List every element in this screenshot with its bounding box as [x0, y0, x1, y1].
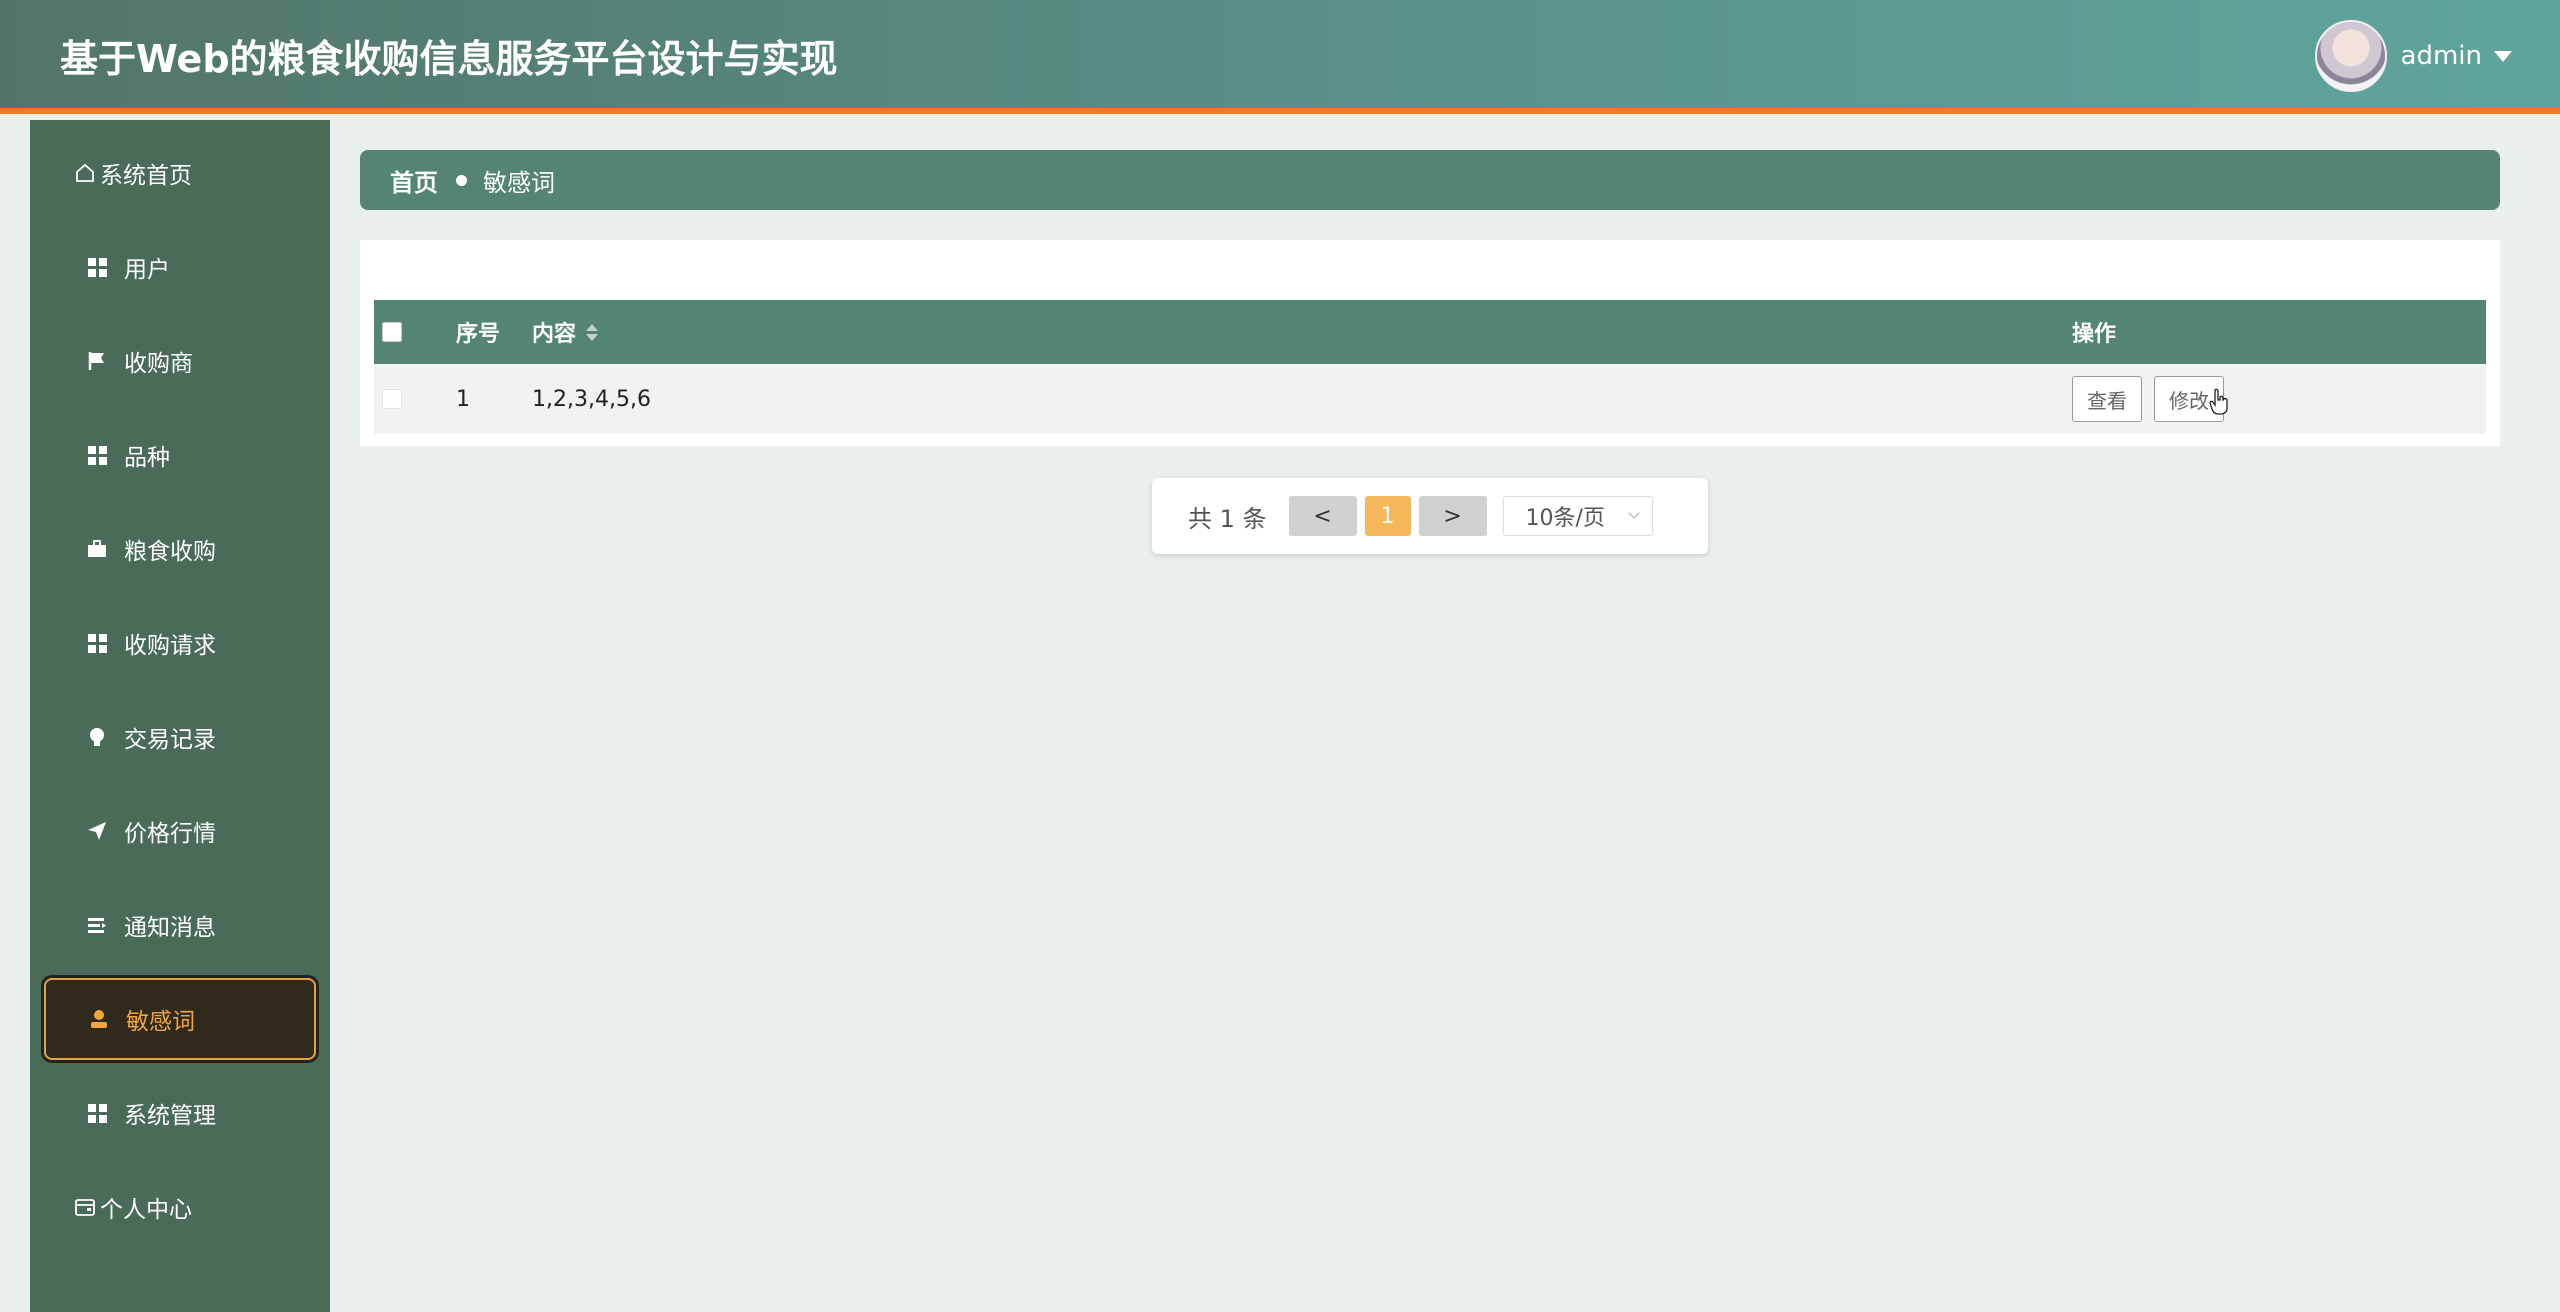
sidebar-item-buyers[interactable]: 收购商	[30, 314, 330, 408]
grid-icon	[86, 444, 108, 466]
sort-icon[interactable]	[586, 323, 599, 341]
prev-page-button[interactable]: <	[1288, 496, 1357, 536]
sidebar-item-label: 系统管理	[124, 1103, 216, 1129]
breadcrumb-current: 敏感词	[483, 168, 555, 197]
sidebar-item-system-admin[interactable]: 系统管理	[30, 1066, 330, 1160]
view-button[interactable]: 查看	[2072, 376, 2142, 422]
sidebar-item-label: 交易记录	[124, 727, 216, 753]
sidebar-item-label: 敏感词	[126, 1009, 195, 1035]
table-panel: 序号 内容 操作 1 1,2,3,4,5,6 查看 修改	[360, 240, 2500, 446]
hand-cursor-icon	[2209, 388, 2228, 415]
send-icon	[86, 820, 108, 842]
sidebar-item-label: 收购商	[124, 351, 193, 377]
breadcrumb-home[interactable]: 首页	[390, 163, 438, 198]
sidebar-item-home[interactable]: 系统首页	[30, 126, 330, 220]
cell-index: 1	[456, 386, 470, 412]
wallet-icon	[74, 1196, 96, 1218]
page-size-select[interactable]: 10条/页	[1502, 496, 1653, 536]
briefcase-icon	[86, 538, 108, 560]
bulb-icon	[86, 726, 108, 748]
caret-down-icon[interactable]	[2494, 50, 2512, 62]
sidebar-item-notifications[interactable]: 通知消息	[30, 878, 330, 972]
grid-icon	[86, 256, 108, 278]
user-icon	[88, 1008, 110, 1030]
select-all-checkbox[interactable]	[382, 322, 402, 342]
data-table: 序号 内容 操作 1 1,2,3,4,5,6 查看 修改	[374, 300, 2486, 434]
header-actions: 操作	[2072, 322, 2117, 347]
user-name[interactable]: admin	[2401, 41, 2482, 71]
row-checkbox[interactable]	[382, 389, 402, 409]
table-header-row: 序号 内容 操作	[374, 300, 2486, 364]
next-page-button[interactable]: >	[1418, 496, 1487, 536]
flag-icon	[86, 350, 108, 372]
sidebar-item-label: 系统首页	[100, 163, 192, 189]
page-size-value: 10条/页	[1525, 506, 1605, 531]
breadcrumb: 首页 敏感词	[360, 150, 2500, 210]
breadcrumb-separator-icon	[456, 174, 467, 186]
top-bar: 基于Web的粮食收购信息服务平台设计与实现 admin	[0, 0, 2560, 114]
chevron-down-icon	[1627, 507, 1640, 519]
sidebar-item-sensitive-words[interactable]: 敏感词	[44, 978, 316, 1060]
sidebar-item-grain-purchase[interactable]: 粮食收购	[30, 502, 330, 596]
sidebar: 系统首页 用户 收购商 品种 粮食收购 收购请求 交易记录 价格行情 通知消息 …	[30, 120, 330, 1312]
home-icon	[74, 162, 96, 184]
sidebar-item-prices[interactable]: 价格行情	[30, 784, 330, 878]
sidebar-item-label: 通知消息	[124, 915, 216, 941]
sidebar-item-label: 价格行情	[124, 821, 216, 847]
list-icon	[86, 914, 108, 936]
sidebar-item-label: 粮食收购	[124, 539, 216, 565]
sidebar-item-purchase-requests[interactable]: 收购请求	[30, 596, 330, 690]
table-row: 1 1,2,3,4,5,6 查看 修改	[374, 364, 2486, 434]
avatar[interactable]	[2314, 20, 2387, 92]
app-title: 基于Web的粮食收购信息服务平台设计与实现	[60, 37, 838, 81]
pagination: 共 1 条 < 1 > 10条/页	[1152, 478, 1708, 554]
header-content-label: 内容	[532, 322, 577, 347]
sidebar-item-label: 用户	[124, 257, 170, 283]
grid-icon	[86, 632, 108, 654]
pagination-total: 共 1 条	[1188, 504, 1267, 533]
sidebar-item-label: 收购请求	[124, 633, 216, 659]
sidebar-item-users[interactable]: 用户	[30, 220, 330, 314]
page-number-button[interactable]: 1	[1364, 496, 1411, 536]
header-content[interactable]: 内容	[532, 316, 599, 348]
cell-content: 1,2,3,4,5,6	[532, 386, 651, 412]
header-index: 序号	[456, 322, 501, 347]
sidebar-item-label: 品种	[124, 445, 170, 471]
sidebar-item-profile[interactable]: 个人中心	[30, 1160, 330, 1254]
sidebar-item-varieties[interactable]: 品种	[30, 408, 330, 502]
sidebar-item-label: 个人中心	[100, 1197, 192, 1223]
grid-icon	[86, 1102, 108, 1124]
user-menu[interactable]: admin	[2314, 20, 2512, 92]
sidebar-item-transactions[interactable]: 交易记录	[30, 690, 330, 784]
